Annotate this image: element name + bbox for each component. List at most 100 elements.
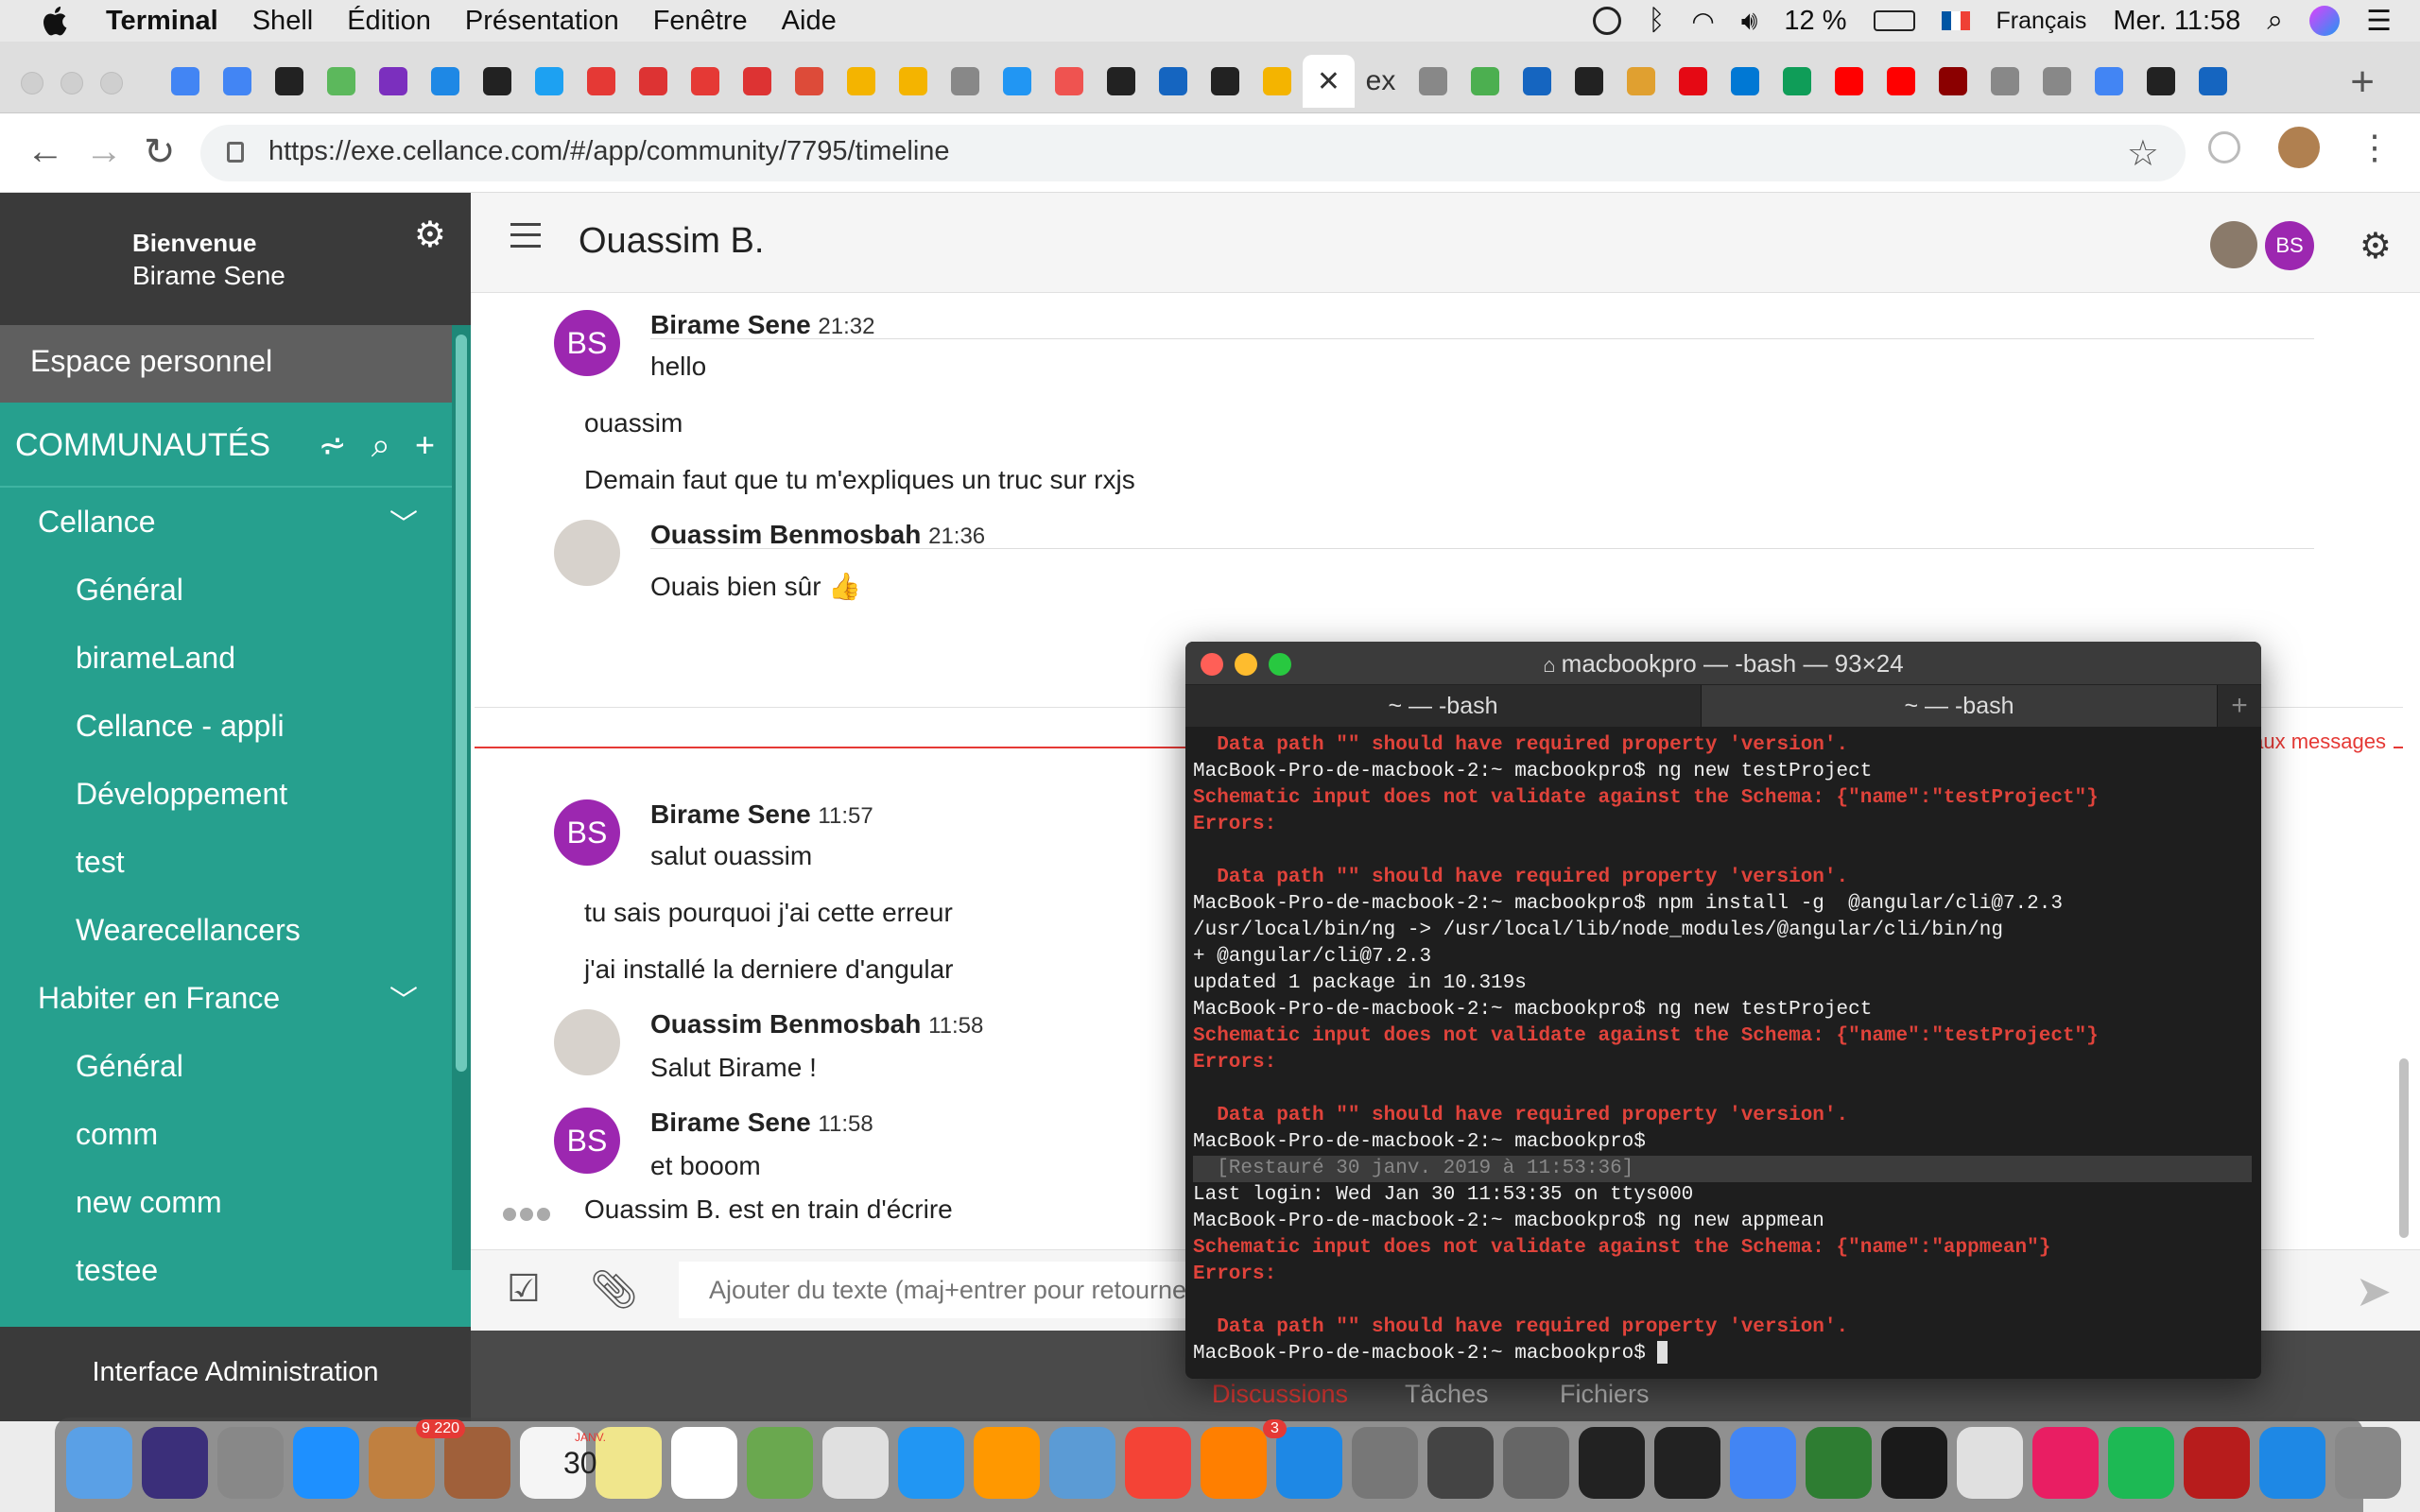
browser-tab[interactable] xyxy=(991,55,1043,108)
extension-icon[interactable] xyxy=(2208,131,2240,163)
notification-center-icon[interactable]: ☰ xyxy=(2366,5,2392,38)
terminal-tab-active[interactable]: ~ — -bash xyxy=(1702,685,2218,727)
add-community-icon[interactable]: + xyxy=(415,425,435,466)
dock-app-icon[interactable] xyxy=(66,1427,132,1499)
tab-taches[interactable]: Tâches xyxy=(1405,1380,1489,1409)
address-bar[interactable]: https://exe.cellance.com/#/app/community… xyxy=(200,125,2186,181)
browser-tab[interactable] xyxy=(1251,55,1303,108)
spotlight-icon[interactable]: ⌕ xyxy=(2267,5,2283,37)
avatar[interactable] xyxy=(554,1009,620,1075)
browser-tab[interactable] xyxy=(2083,55,2135,108)
browser-tab[interactable] xyxy=(939,55,991,108)
browser-tab[interactable] xyxy=(315,55,367,108)
browser-tab[interactable] xyxy=(679,55,731,108)
message-author[interactable]: Birame Sene xyxy=(650,1108,811,1137)
browser-tab-active[interactable]: ✕ xyxy=(1303,55,1355,108)
dock-app-icon[interactable] xyxy=(293,1427,359,1499)
browser-menu-icon[interactable]: ⋮ xyxy=(2358,128,2392,167)
browser-tab[interactable] xyxy=(1927,55,1979,108)
message-author[interactable]: Birame Sene xyxy=(650,310,811,339)
dock-app-icon[interactable] xyxy=(1654,1427,1720,1499)
dock-app-icon[interactable] xyxy=(1730,1427,1796,1499)
message-author[interactable]: Ouassim Benmosbah xyxy=(650,1009,921,1039)
dock-app-icon[interactable] xyxy=(1427,1427,1494,1499)
browser-tab[interactable] xyxy=(1199,55,1251,108)
profile-avatar[interactable] xyxy=(2278,127,2320,168)
browser-tab[interactable] xyxy=(419,55,471,108)
new-tab-button[interactable]: + xyxy=(2350,59,2375,106)
dock-app-icon[interactable] xyxy=(2032,1427,2099,1499)
chevron-down-icon[interactable]: ﹀ xyxy=(389,977,418,1019)
bookmark-star-icon[interactable]: ☆ xyxy=(2127,132,2159,175)
collapse-all-icon[interactable]: ⩫ xyxy=(319,425,347,466)
menu-aide[interactable]: Aide xyxy=(782,6,837,37)
chat-scrollbar[interactable] xyxy=(2399,1058,2409,1238)
menu-app-name[interactable]: Terminal xyxy=(106,6,218,37)
input-language[interactable]: Français xyxy=(1996,8,2087,35)
browser-tab[interactable] xyxy=(887,55,939,108)
avatar[interactable]: BS xyxy=(554,310,620,376)
sidebar-scrollbar[interactable] xyxy=(452,325,471,1270)
dock-app-icon[interactable] xyxy=(822,1427,889,1499)
dock-app-icon[interactable] xyxy=(1806,1427,1872,1499)
user-avatar-initials[interactable]: BS xyxy=(2265,221,2314,270)
terminal-tab[interactable]: ~ — -bash xyxy=(1185,685,1702,727)
browser-tab[interactable] xyxy=(1095,55,1147,108)
new-terminal-tab-button[interactable]: + xyxy=(2218,685,2261,727)
menu-fenetre[interactable]: Fenêtre xyxy=(653,6,748,37)
search-icon[interactable]: ⌕ xyxy=(372,425,390,466)
browser-tab[interactable] xyxy=(523,55,575,108)
personal-space-link[interactable]: Espace personnel xyxy=(0,325,452,403)
browser-tab[interactable] xyxy=(783,55,835,108)
sidebar-item-channel[interactable]: birameLand xyxy=(0,624,452,692)
chevron-down-icon[interactable]: ﹀ xyxy=(389,501,418,542)
browser-tab[interactable] xyxy=(1667,55,1719,108)
battery-icon[interactable] xyxy=(1873,10,1915,31)
sidebar-item-channel[interactable]: Wearecellancers xyxy=(0,896,452,964)
wifi-icon[interactable]: ◠ xyxy=(1691,6,1714,37)
dock-app-icon[interactable] xyxy=(1125,1427,1191,1499)
dock-app-icon[interactable] xyxy=(1957,1427,2023,1499)
browser-tab[interactable] xyxy=(1875,55,1927,108)
browser-tab[interactable] xyxy=(2031,55,2083,108)
zoom-window-button[interactable] xyxy=(100,72,123,94)
avatar[interactable]: BS xyxy=(554,1108,620,1174)
browser-tab[interactable] xyxy=(1147,55,1199,108)
back-arrow-icon[interactable]: ← xyxy=(26,130,64,173)
avatar[interactable]: BS xyxy=(554,799,620,866)
terminal-titlebar[interactable]: ⌂ macbookpro — -bash — 93×24 xyxy=(1185,642,2261,685)
browser-tab[interactable] xyxy=(2187,55,2238,108)
dock-app-icon[interactable] xyxy=(1352,1427,1418,1499)
sidebar-item-channel[interactable]: test xyxy=(0,828,452,896)
browser-tab[interactable] xyxy=(1563,55,1615,108)
browser-tab[interactable] xyxy=(731,55,783,108)
browser-tab[interactable] xyxy=(1979,55,2031,108)
reload-icon[interactable]: ↻ xyxy=(144,130,176,174)
url-text[interactable]: https://exe.cellance.com/#/app/community… xyxy=(268,136,950,167)
participant-avatar[interactable] xyxy=(2210,221,2257,268)
chat-settings-gear-icon[interactable]: ⚙ xyxy=(2360,225,2392,267)
dock-app-icon[interactable] xyxy=(1049,1427,1115,1499)
admin-interface-button[interactable]: Interface Administration xyxy=(0,1327,471,1421)
dock-app-icon[interactable] xyxy=(2108,1427,2174,1499)
minimize-window-button[interactable] xyxy=(1235,653,1257,676)
dock-app-icon[interactable] xyxy=(1201,1427,1267,1499)
browser-tab[interactable] xyxy=(263,55,315,108)
sidebar-item-channel[interactable]: Général xyxy=(0,556,452,624)
dock-app-icon[interactable] xyxy=(898,1427,964,1499)
browser-tab[interactable] xyxy=(1719,55,1771,108)
apple-icon[interactable] xyxy=(38,3,74,39)
browser-tab[interactable] xyxy=(1615,55,1667,108)
dock-app-icon[interactable] xyxy=(2184,1427,2250,1499)
browser-tab[interactable] xyxy=(471,55,523,108)
battery-percent[interactable]: 12 % xyxy=(1784,6,1846,37)
attach-file-icon[interactable]: 📎︎ xyxy=(590,1267,638,1312)
browser-tab[interactable] xyxy=(367,55,419,108)
browser-tab[interactable] xyxy=(1771,55,1823,108)
browser-tab[interactable] xyxy=(1823,55,1875,108)
browser-tab[interactable]: ex xyxy=(1355,55,1407,108)
dock-app-icon[interactable] xyxy=(671,1427,737,1499)
tab-discussions[interactable]: Discussions xyxy=(1212,1380,1348,1409)
avatar[interactable] xyxy=(554,520,620,586)
community-group[interactable]: Habiter en France ﹀ xyxy=(0,964,452,1032)
